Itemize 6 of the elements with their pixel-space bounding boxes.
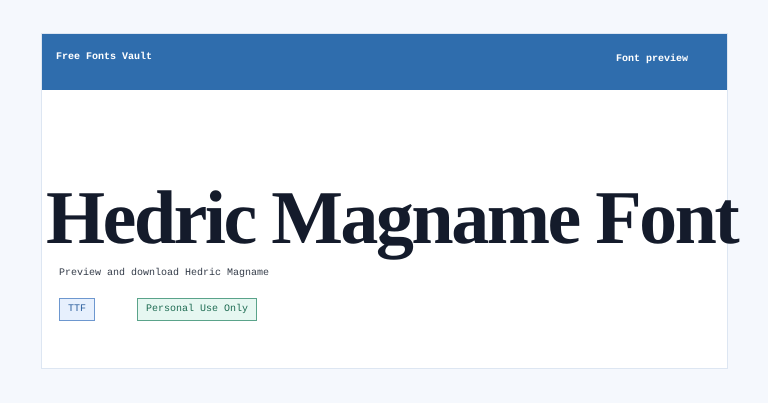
page-label: Font preview	[616, 54, 688, 67]
font-title: Hedric Magname Font	[46, 178, 738, 258]
subtitle: Preview and download Hedric Magname	[59, 268, 270, 279]
format-tag: TTF	[59, 298, 96, 321]
license-tag: Personal Use Only	[137, 298, 258, 321]
site-name: Free Fonts Vault	[56, 52, 152, 65]
